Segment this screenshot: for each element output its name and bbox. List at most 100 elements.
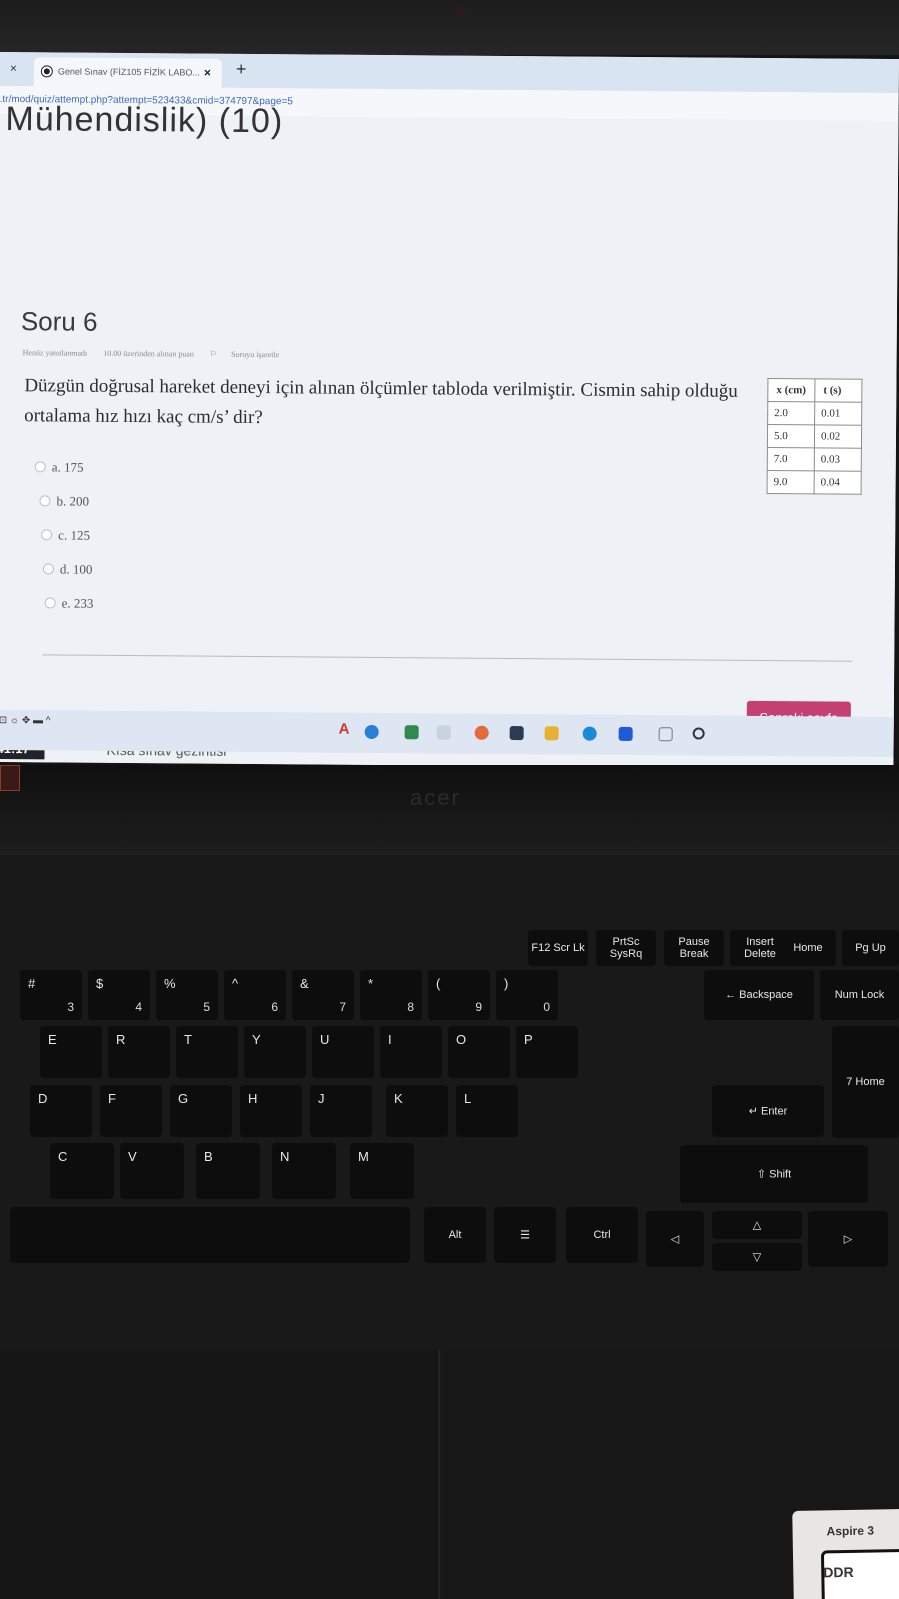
key-7[interactable]: & 7	[292, 970, 354, 1020]
radio-button[interactable]	[41, 529, 53, 541]
table-cell: 7.0	[767, 447, 815, 471]
question-info: Henüz yanıtlanmadı 10.00 üzerinden alına…	[23, 348, 308, 359]
key-h[interactable]: H	[240, 1085, 302, 1137]
key-4[interactable]: $4	[88, 970, 150, 1020]
table-cell: 0.03	[814, 447, 862, 472]
key-c[interactable]: C	[50, 1143, 114, 1199]
table-row: 7.0 0.03	[767, 447, 862, 472]
key-8[interactable]: * 8	[360, 970, 422, 1020]
edge-icon[interactable]	[582, 726, 597, 741]
table-header: t (s)	[814, 378, 862, 403]
table-cell: 0.01	[814, 401, 862, 426]
key-pause[interactable]: Pause Break	[664, 930, 724, 966]
key-backspace[interactable]: ← Backspace	[704, 970, 814, 1020]
divider	[42, 654, 853, 662]
key-home[interactable]: Home	[780, 930, 836, 966]
key-space[interactable]	[10, 1207, 410, 1263]
key-i[interactable]: I	[380, 1026, 442, 1078]
key-pgup[interactable]: Pg Up	[842, 930, 899, 966]
sticker-title: Aspire 3	[826, 1523, 875, 1539]
firefox-icon[interactable]	[474, 725, 489, 740]
browser-tab[interactable]: Genel Sınav (FİZ105 FİZİK LABO... ×	[33, 57, 222, 88]
excel-icon[interactable]	[404, 725, 419, 740]
close-icon[interactable]: ×	[10, 61, 17, 75]
key-f[interactable]: F	[100, 1085, 162, 1137]
key-t[interactable]: T	[176, 1026, 238, 1078]
key-u[interactable]: U	[312, 1026, 374, 1078]
key-e[interactable]: E	[40, 1026, 102, 1078]
option-label: e. 233	[61, 595, 94, 611]
key-o[interactable]: O	[448, 1026, 510, 1078]
key-v[interactable]: V	[120, 1143, 184, 1199]
table-cell: 9.0	[767, 470, 815, 494]
key-y[interactable]: Y	[244, 1026, 306, 1078]
store-icon[interactable]	[509, 726, 524, 741]
key-r[interactable]: R	[108, 1026, 170, 1078]
key-k[interactable]: K	[386, 1085, 448, 1137]
pen-icon[interactable]	[436, 725, 451, 740]
key-f12[interactable]: F12 Scr Lk	[528, 930, 588, 966]
flag-label: Soruyu işaretle	[231, 349, 280, 360]
question-points: 10.00 üzerinden alınan puan	[103, 348, 194, 359]
flag-icon: ⚐	[209, 349, 218, 359]
key-right-arrow[interactable]: ▷	[808, 1211, 888, 1267]
measurement-table: x (cm) t (s) 2.0 0.01 5.0 0.02 7.0 0.03 …	[766, 378, 863, 495]
table-row: 9.0 0.04	[767, 470, 862, 495]
menu-key-icon[interactable]: ☰	[494, 1207, 556, 1263]
tab-title: Genel Sınav (FİZ105 FİZİK LABO...	[57, 66, 200, 78]
radio-button[interactable]	[34, 461, 46, 473]
power-indicator	[0, 765, 20, 791]
key-p[interactable]: P	[516, 1026, 578, 1078]
chrome-icon[interactable]	[364, 724, 379, 739]
answer-options: a. 175 b. 200 c. 125 d. 100 e. 233	[33, 459, 94, 629]
key-0[interactable]: ) 0	[496, 970, 558, 1020]
radio-button[interactable]	[42, 563, 54, 575]
key-b[interactable]: B	[196, 1143, 260, 1199]
key-d[interactable]: D	[30, 1085, 92, 1137]
table-cell: 0.02	[814, 424, 862, 449]
key-5[interactable]: % 5	[156, 970, 218, 1020]
hinge: acer	[0, 765, 899, 855]
tab-close-icon[interactable]: ×	[204, 66, 211, 80]
key-3[interactable]: #3	[20, 970, 82, 1020]
key-g[interactable]: G	[170, 1085, 232, 1137]
key-shift[interactable]: ⇧ Shift	[680, 1145, 868, 1203]
key-down-arrow[interactable]: ▽	[712, 1243, 802, 1271]
touchpad[interactable]	[0, 1350, 440, 1599]
quiz-page: Mühendislik) (10) Soru 6 Henüz yanıtlanm…	[0, 100, 899, 770]
key-left-arrow[interactable]: ◁	[646, 1211, 704, 1267]
key-n[interactable]: N	[272, 1143, 336, 1199]
key-numlock[interactable]: Num Lock	[820, 970, 899, 1020]
folder-icon[interactable]	[544, 726, 559, 741]
key-j[interactable]: J	[310, 1085, 372, 1137]
flag-question-link[interactable]: ⚐ Soruyu işaretle	[210, 350, 293, 360]
key-6[interactable]: ^ 6	[224, 970, 286, 1020]
table-row: 2.0 0.01	[767, 401, 862, 426]
sticker-subtitle: DDR	[823, 1563, 854, 1581]
radio-button[interactable]	[39, 495, 51, 507]
radio-button[interactable]	[44, 597, 56, 609]
table-cell: 0.04	[814, 470, 862, 495]
key-9[interactable]: (9	[428, 970, 490, 1020]
cortana-icon[interactable]	[692, 727, 705, 740]
key-m[interactable]: M	[350, 1143, 414, 1199]
table-cell: 2.0	[767, 401, 815, 425]
key-up-arrow[interactable]: △	[712, 1211, 802, 1239]
key-ctrl[interactable]: Ctrl	[566, 1207, 638, 1263]
tray-icons[interactable]: ⊡ ☼ ✥ ▬ ^	[0, 715, 51, 726]
key-enter[interactable]: ↵ Enter	[712, 1085, 824, 1137]
task-view-icon[interactable]	[658, 727, 673, 742]
b-app-icon[interactable]	[618, 726, 633, 741]
table-row: 5.0 0.02	[767, 424, 862, 449]
new-tab-button[interactable]: +	[236, 59, 247, 80]
question-status: Henüz yanıtlanmadı	[22, 348, 88, 358]
question-number: Soru 6	[20, 306, 98, 337]
option-label: c. 125	[58, 527, 91, 543]
taskbar: ⊡ ☼ ✥ ▬ ^ A	[0, 709, 894, 758]
key-l[interactable]: L	[456, 1085, 518, 1137]
key-prtsc[interactable]: PrtSc SysRq	[596, 930, 656, 966]
acrobat-icon[interactable]: A	[339, 721, 350, 738]
course-title: Mühendislik) (10)	[5, 100, 284, 141]
key-7-home[interactable]: 7 Home	[832, 1026, 899, 1138]
key-alt[interactable]: Alt	[424, 1207, 486, 1263]
